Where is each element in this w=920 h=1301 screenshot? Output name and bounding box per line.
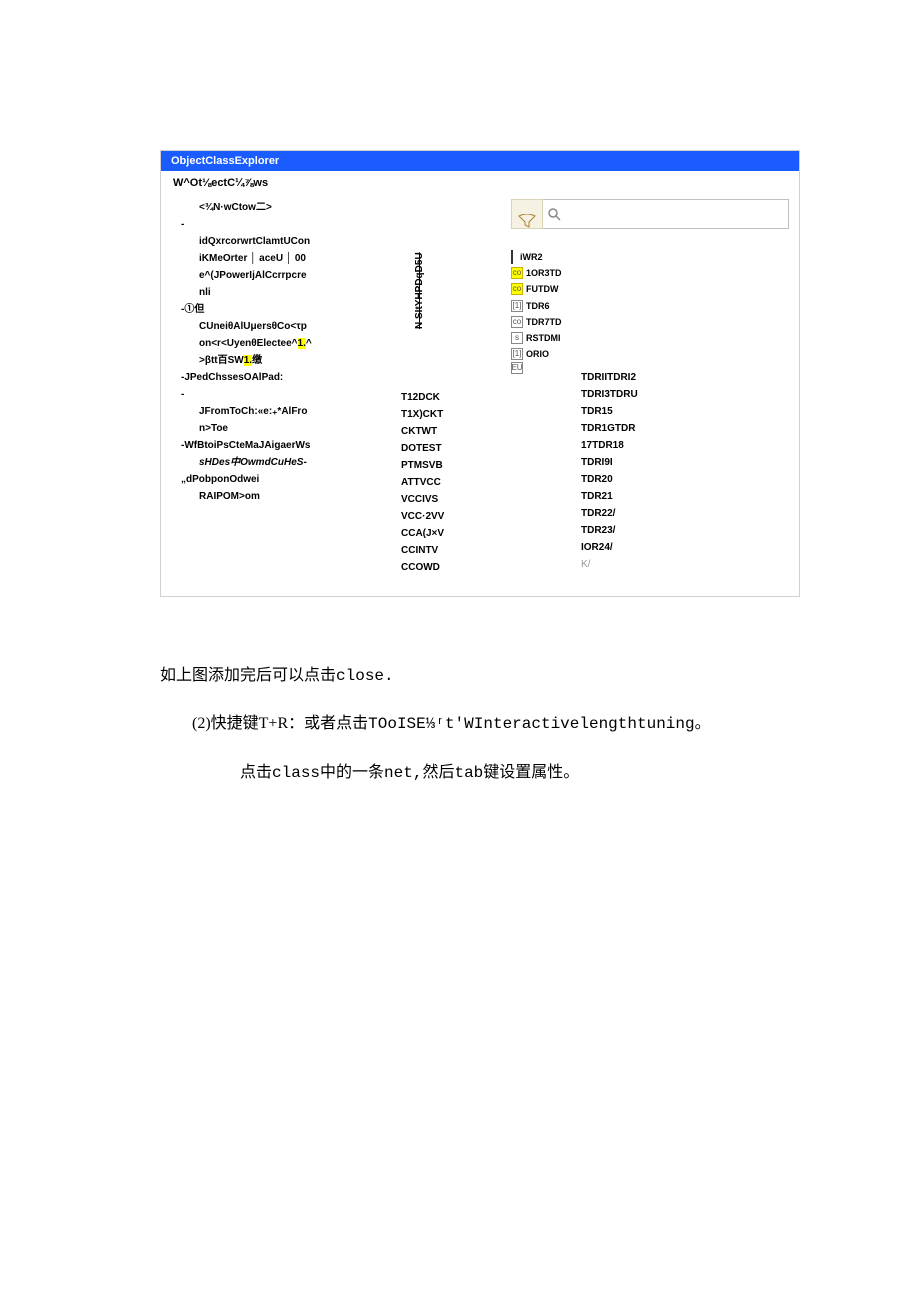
paragraph: 如上图添加完后可以点击close. (160, 657, 800, 695)
search-tab[interactable] (511, 199, 543, 229)
list-item[interactable]: T12DCK (401, 389, 501, 406)
highlight: 1. (298, 338, 306, 349)
content-row: <¾N·wCtow二> - idQxrcorwrtClamtUCon iKMeO… (161, 199, 799, 596)
left-tree-column: <¾N·wCtow二> - idQxrcorwrtClamtUCon iKMeO… (171, 199, 391, 505)
list-item[interactable]: TDRI3TDRU (581, 386, 638, 403)
object-class-explorer-window: ObjectClassExplorer W^Ot⅛ectC¼⅞ws <¾N·wC… (160, 150, 800, 597)
list-item[interactable]: TDR15 (581, 403, 638, 420)
window-subheader: W^Ot⅛ectC¼⅞ws (161, 171, 799, 199)
tree-text: nli (181, 284, 391, 301)
tree-text: - (181, 386, 391, 403)
search-icon (547, 207, 561, 221)
tree-text: RAIPOM>om (181, 488, 391, 505)
tree-item[interactable]: sRSTDMI (511, 330, 571, 346)
list-item[interactable]: K/ (581, 556, 638, 573)
list-item[interactable]: DOTEST (401, 440, 501, 457)
search-area (511, 199, 789, 229)
tree-text: CUneiθAlUμersθCo<τp (181, 318, 391, 335)
tree-text: -①但 (181, 301, 391, 318)
list-item[interactable]: 17TDR18 (581, 437, 638, 454)
window-title: ObjectClassExplorer (171, 155, 279, 167)
tree-text: -WfBtoiPsCteMaJAigaerWs (181, 437, 391, 454)
window-titlebar: ObjectClassExplorer (161, 151, 799, 171)
tree-item[interactable]: [1]ORIO (511, 346, 571, 362)
highlight: 1. (244, 355, 252, 366)
list-item[interactable]: TDR21 (581, 488, 638, 505)
tree-item[interactable]: co1OR3TD (511, 265, 571, 281)
tree-text: n>Toe (181, 420, 391, 437)
list-item[interactable]: VCCIVS (401, 491, 501, 508)
tree-text: „dPobponOdwei (181, 471, 391, 488)
list-item[interactable]: CCA(J×V (401, 525, 501, 542)
list-item[interactable]: VCC·2VV (401, 508, 501, 525)
node-icon: co (511, 316, 523, 328)
tree-item[interactable]: coFUTDW (511, 281, 571, 297)
list-item[interactable]: TDR22/ (581, 505, 638, 522)
node-icon: co (511, 283, 523, 295)
tree-text: -JPedChssesOAlPad: (181, 369, 391, 386)
document-body: 如上图添加完后可以点击close. (2)快捷键T+R：或者点击TOoISE⅓ʳ… (160, 657, 800, 792)
node-icon: [1] (511, 348, 523, 360)
node-icon: co (511, 267, 523, 279)
tree-item[interactable]: [1]TDR6 (511, 298, 571, 314)
search-input[interactable] (543, 199, 789, 229)
tree-item[interactable]: coTDR7TD (511, 314, 571, 330)
tree-text: sHDes中OwmdCuHeS- (181, 454, 391, 471)
list-item[interactable]: PTMSVB (401, 457, 501, 474)
mid-list: T12DCK T1X)CKT CKTWT DOTEST PTMSVB ATTVC… (401, 389, 501, 576)
right-lists: iWR2 co1OR3TD coFUTDW [1]TDR6 coTDR7TD s… (511, 249, 789, 573)
breadcrumb[interactable]: <¾N·wCtow二> (181, 199, 391, 216)
vertical-label: N SItYHPDqD5U (411, 219, 428, 329)
list-item[interactable]: TDR20 (581, 471, 638, 488)
list-item[interactable]: CKTWT (401, 423, 501, 440)
tree-text: JFromToCh:«e:₊*AlFro (181, 403, 391, 420)
tree-item[interactable]: iWR2 (511, 249, 571, 265)
net-list: TDRIITDRI2 TDRI3TDRU TDR15 TDR1GTDR 17TD… (581, 249, 638, 573)
paragraph: (2)快捷键T+R：或者点击TOoISE⅓ʳt′WInteractiveleng… (160, 705, 800, 743)
list-item[interactable]: CCINTV (401, 542, 501, 559)
tree-text: idQxrcorwrtClamtUCon (181, 233, 391, 250)
right-column: iWR2 co1OR3TD coFUTDW [1]TDR6 coTDR7TD s… (511, 199, 789, 573)
list-item[interactable]: TDRIITDRI2 (581, 369, 638, 386)
node-icon: [1] (511, 300, 523, 312)
tree-item[interactable]: EU (511, 362, 571, 374)
tree-list: iWR2 co1OR3TD coFUTDW [1]TDR6 coTDR7TD s… (511, 249, 571, 573)
list-item[interactable]: ATTVCC (401, 474, 501, 491)
middle-column: N SItYHPDqD5U T12DCK T1X)CKT CKTWT DOTES… (401, 199, 501, 576)
tree-text: e^(JPowerIjAlCcrrpcre (181, 267, 391, 284)
list-item[interactable]: IOR24/ (581, 539, 638, 556)
node-icon: EU (511, 362, 523, 374)
list-item[interactable]: TDR23/ (581, 522, 638, 539)
bar-icon (511, 250, 513, 264)
funnel-icon (517, 214, 537, 228)
list-item[interactable]: TDRI9I (581, 454, 638, 471)
tree-text: >βtt百SW1.缴 (181, 352, 391, 369)
list-item[interactable]: T1X)CKT (401, 406, 501, 423)
tree-text: iKMeOrter │ aceU │ 00 (181, 250, 391, 267)
tree-text: - (181, 216, 391, 233)
list-item[interactable]: CCOWD (401, 559, 501, 576)
paragraph: 点击class中的一条net,然后tab键设置属性。 (160, 754, 800, 792)
list-item[interactable]: TDR1GTDR (581, 420, 638, 437)
tree-text: on<r<UyenθElectee^1.^ (181, 335, 391, 352)
node-icon: s (511, 332, 523, 344)
